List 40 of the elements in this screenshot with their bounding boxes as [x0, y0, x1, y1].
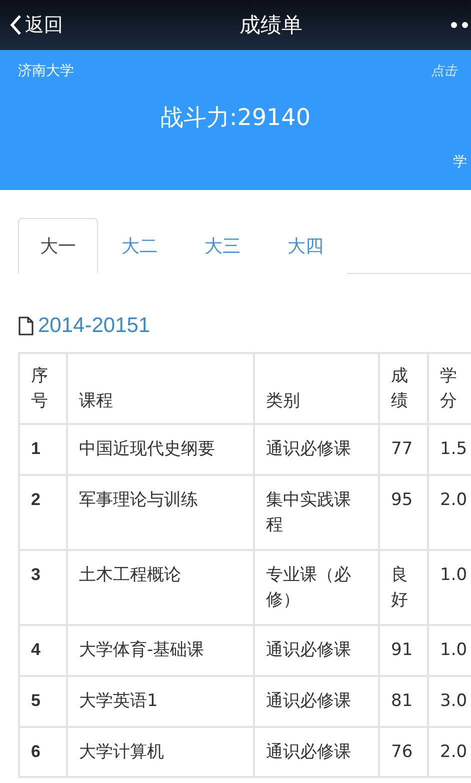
document-icon — [18, 316, 34, 336]
table-cell: 通识必修课 — [254, 676, 379, 727]
table-cell: 大学英语1 — [67, 676, 254, 727]
score-text: 战斗力:29140 — [160, 104, 312, 133]
table-cell: 军事理论与训练 — [67, 474, 254, 550]
table-cell: 76 — [379, 726, 428, 778]
table-cell: 专业课（必修） — [254, 550, 379, 626]
chevron-left-icon — [10, 14, 22, 36]
table-cell: 81 — [379, 676, 428, 727]
table-cell: 通识必修课 — [254, 625, 379, 676]
table-cell: 通识必修课 — [254, 424, 379, 475]
table-cell: 3 — [19, 550, 67, 626]
table-cell: 95 — [379, 474, 428, 550]
table-cell: 大学计算机 — [67, 726, 254, 778]
table-cell: 77 — [379, 424, 428, 475]
column-header: 课程 — [67, 353, 254, 424]
table-cell: 91 — [379, 625, 428, 676]
corner-text: 学 — [453, 153, 468, 171]
column-header: 学分 — [428, 353, 471, 424]
table-cell: 5 — [19, 676, 67, 727]
column-header: 序号 — [19, 353, 67, 424]
back-button[interactable]: 返回 — [10, 12, 63, 38]
table-cell: 中国近现代史纲要 — [67, 424, 254, 475]
table-cell: 大学体育-基础课 — [67, 625, 254, 676]
school-name: 济南大学 — [18, 62, 74, 80]
table-cell: 土木工程概论 — [67, 550, 254, 626]
table-cell: 通识必修课 — [254, 726, 379, 778]
page-title: 成绩单 — [240, 12, 302, 39]
column-header: 成绩 — [379, 353, 428, 424]
more-icon[interactable] — [449, 21, 471, 29]
hint-text: 点击 — [431, 63, 459, 80]
table-cell: 4 — [19, 625, 67, 676]
table-cell: 6 — [19, 726, 67, 778]
column-header: 类别 — [254, 353, 379, 424]
table-cell: 集中实践课程 — [254, 474, 379, 550]
year-tab[interactable]: 大一 — [18, 218, 98, 274]
table-cell: 1 — [19, 424, 67, 475]
term-title: 2014-20151 — [38, 314, 150, 338]
table-cell: 2 — [19, 474, 67, 550]
table-cell: 良好 — [379, 550, 428, 626]
